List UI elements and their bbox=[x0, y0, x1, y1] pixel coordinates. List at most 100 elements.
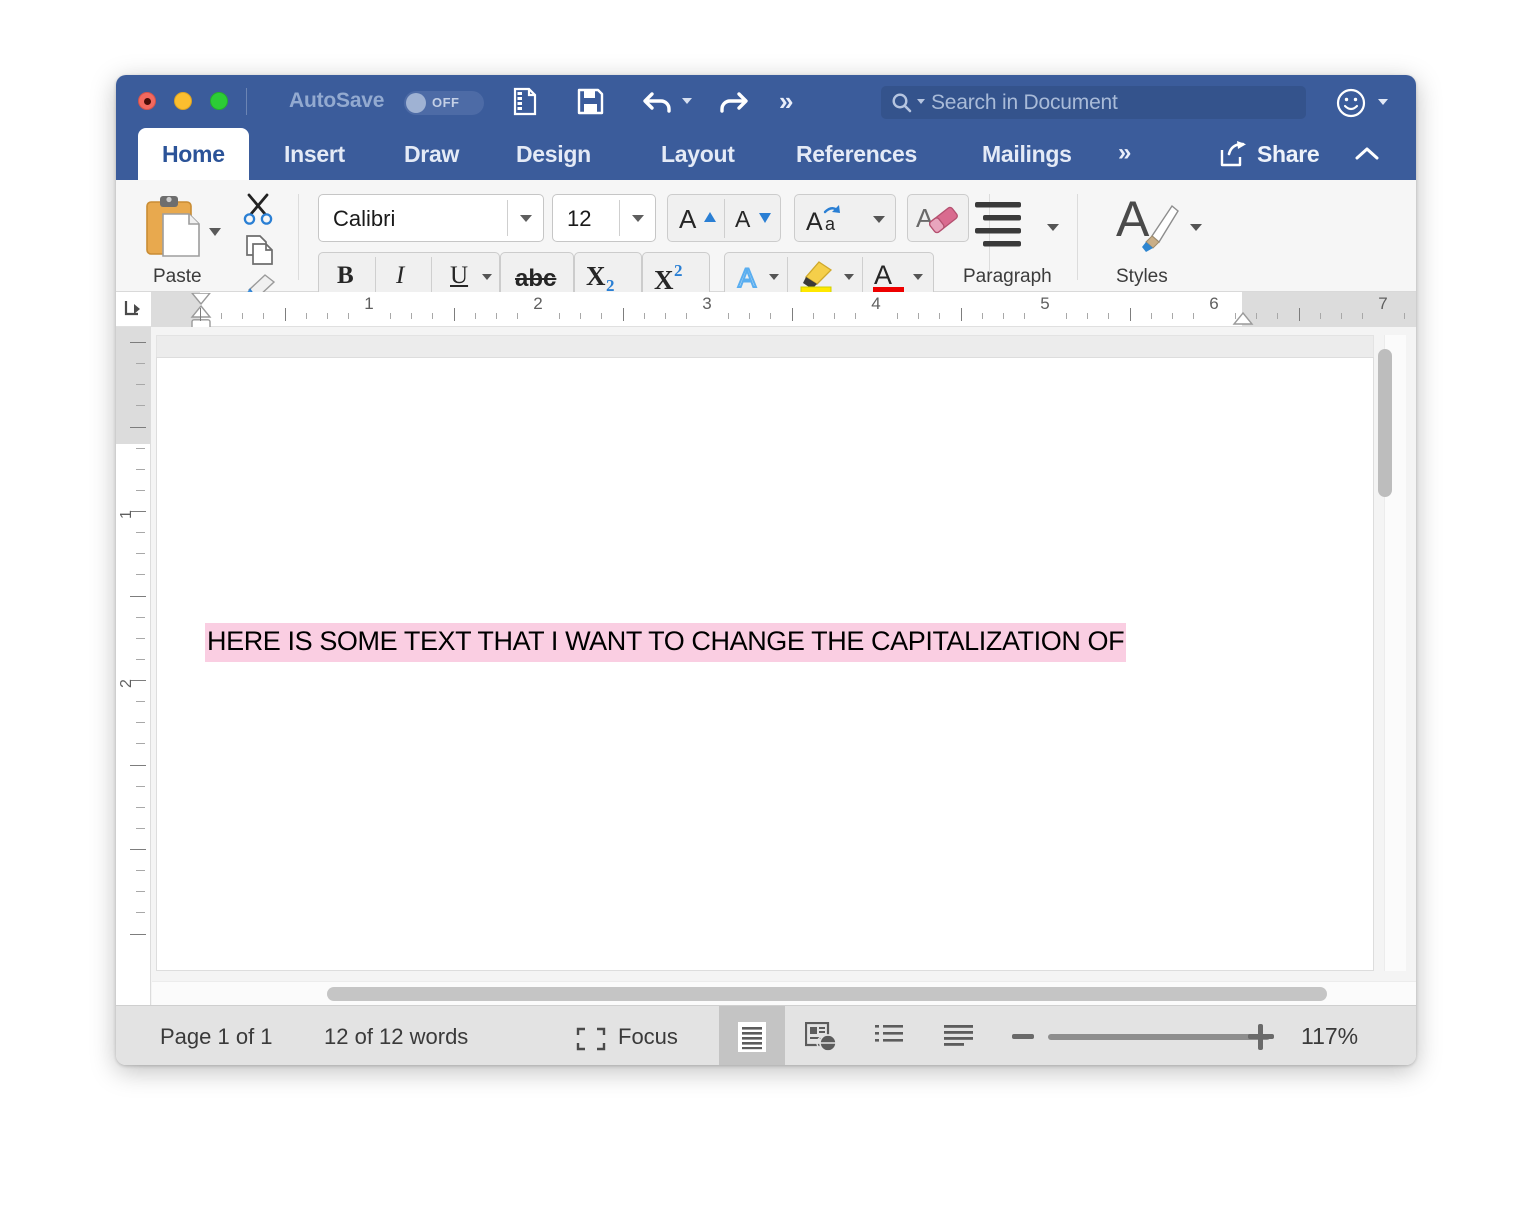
left-indent-marker[interactable] bbox=[190, 317, 212, 327]
vruler-tick bbox=[130, 596, 146, 597]
document-body-text[interactable]: HERE IS SOME TEXT THAT I WANT TO CHANGE … bbox=[205, 623, 1126, 662]
vruler-tick bbox=[136, 722, 145, 723]
focus-frame-icon[interactable] bbox=[576, 1027, 606, 1056]
tab-mailings[interactable]: Mailings bbox=[982, 128, 1072, 180]
search-options-caret[interactable] bbox=[917, 99, 925, 104]
change-case-caret[interactable] bbox=[873, 216, 885, 223]
view-draft[interactable] bbox=[926, 1006, 992, 1065]
autosave-toggle[interactable]: OFF bbox=[404, 91, 484, 115]
ruler-tick bbox=[432, 313, 433, 319]
shrink-font-button[interactable]: A bbox=[733, 202, 775, 240]
search-placeholder: Search in Document bbox=[931, 91, 1118, 115]
vruler-tick bbox=[136, 384, 145, 385]
ribbon-separator-1 bbox=[298, 194, 299, 280]
paste-dropdown-caret[interactable] bbox=[209, 228, 221, 236]
document-area: 12 HERE IS SOME TEXT THAT I WANT TO CHAN… bbox=[116, 327, 1416, 1005]
vruler-tick bbox=[136, 870, 145, 871]
tab-stop-icon[interactable] bbox=[122, 298, 144, 325]
view-outline[interactable] bbox=[857, 1006, 923, 1065]
share-button[interactable]: Share bbox=[1219, 140, 1249, 173]
paste-label: Paste bbox=[153, 266, 202, 288]
font-name-caret[interactable] bbox=[520, 215, 532, 222]
copy-icon[interactable] bbox=[244, 234, 276, 271]
tab-insert[interactable]: Insert bbox=[284, 128, 345, 180]
ruler-tick bbox=[834, 313, 835, 319]
chevron-up-icon[interactable] bbox=[1354, 145, 1380, 167]
styles-caret[interactable] bbox=[1190, 224, 1202, 231]
scissors-icon[interactable] bbox=[241, 192, 275, 231]
paragraph-icon[interactable] bbox=[971, 198, 1033, 257]
maximize-button[interactable] bbox=[210, 92, 228, 110]
highlight-caret[interactable] bbox=[844, 274, 854, 280]
ribbon-separator-3 bbox=[1077, 194, 1078, 280]
tab-design[interactable]: Design bbox=[516, 128, 591, 180]
zoom-in-button[interactable] bbox=[1248, 1024, 1274, 1050]
font-name-combo[interactable]: Calibri bbox=[318, 194, 544, 242]
vruler-number: 1 bbox=[118, 510, 136, 519]
ruler-tick bbox=[559, 313, 560, 319]
paragraph-caret[interactable] bbox=[1047, 224, 1059, 231]
bold-button[interactable]: B bbox=[337, 262, 354, 290]
italic-button[interactable]: I bbox=[396, 262, 404, 290]
vruler-tick bbox=[130, 427, 146, 428]
italic-divider bbox=[431, 257, 432, 296]
ruler-tick bbox=[496, 313, 497, 319]
clear-formatting-button[interactable]: A bbox=[907, 194, 969, 242]
font-size-caret[interactable] bbox=[632, 215, 644, 222]
ruler-tick bbox=[221, 313, 222, 319]
tab-references[interactable]: References bbox=[796, 128, 917, 180]
close-button[interactable] bbox=[138, 92, 156, 110]
zoom-slider-track[interactable] bbox=[1048, 1034, 1270, 1040]
ruler-tick bbox=[1320, 313, 1321, 319]
vertical-ruler[interactable]: 12 bbox=[116, 327, 151, 1005]
underline-caret[interactable] bbox=[482, 274, 492, 280]
change-case-button[interactable]: A a bbox=[794, 194, 896, 242]
font-color-caret[interactable] bbox=[913, 274, 923, 280]
ruler-tick bbox=[728, 313, 729, 319]
minimize-button[interactable] bbox=[174, 92, 192, 110]
tab-draw[interactable]: Draw bbox=[404, 128, 459, 180]
view-web-layout[interactable] bbox=[788, 1006, 854, 1065]
print-layout-icon[interactable] bbox=[509, 86, 540, 122]
horizontal-scrollbar-track[interactable] bbox=[152, 981, 1416, 1005]
account-dropdown-caret[interactable] bbox=[1378, 99, 1388, 105]
ruler-tick bbox=[665, 313, 666, 319]
smiley-face-icon[interactable] bbox=[1335, 87, 1367, 124]
horizontal-ruler[interactable]: 1234567 bbox=[152, 292, 1416, 327]
more-commands-icon[interactable]: » bbox=[779, 87, 793, 115]
ruler-tick bbox=[1087, 313, 1088, 319]
font-size-combo[interactable]: 12 bbox=[552, 194, 656, 242]
tab-overflow-icon[interactable]: » bbox=[1118, 139, 1131, 167]
vruler-tick bbox=[136, 553, 145, 554]
page-container: HERE IS SOME TEXT THAT I WANT TO CHANGE … bbox=[152, 327, 1416, 1005]
status-bar: Page 1 of 1 12 of 12 words Focus bbox=[116, 1005, 1416, 1065]
tab-home[interactable]: Home bbox=[138, 128, 249, 180]
text-effects-caret[interactable] bbox=[769, 274, 779, 280]
horizontal-scrollbar-thumb[interactable] bbox=[327, 987, 1327, 1001]
vruler-number: 2 bbox=[118, 679, 136, 688]
underline-button[interactable]: U bbox=[450, 262, 468, 290]
zoom-out-button[interactable] bbox=[1012, 1034, 1034, 1039]
ruler-tick bbox=[517, 313, 518, 319]
vertical-scrollbar-thumb[interactable] bbox=[1378, 349, 1392, 497]
grow-font-button[interactable]: A bbox=[677, 202, 719, 240]
ruler-tick bbox=[601, 313, 602, 319]
font-name-value: Calibri bbox=[333, 206, 395, 232]
document-page[interactable]: HERE IS SOME TEXT THAT I WANT TO CHANGE … bbox=[156, 357, 1374, 971]
ruler-tick bbox=[961, 308, 962, 321]
undo-icon[interactable] bbox=[641, 86, 675, 122]
save-icon[interactable] bbox=[575, 86, 606, 122]
vruler-tick bbox=[136, 405, 145, 406]
search-input[interactable]: Search in Document bbox=[881, 86, 1306, 119]
undo-dropdown-caret[interactable] bbox=[682, 98, 692, 104]
text-effects-divider bbox=[787, 257, 788, 296]
zoom-level-label[interactable]: 117% bbox=[1301, 1023, 1358, 1050]
tab-layout[interactable]: Layout bbox=[661, 128, 735, 180]
paste-icon[interactable] bbox=[143, 194, 205, 265]
ruler-tick bbox=[1108, 313, 1109, 319]
styles-icon[interactable]: A bbox=[1116, 192, 1182, 259]
view-print-layout[interactable] bbox=[719, 1006, 785, 1065]
vertical-scrollbar-track[interactable] bbox=[1384, 335, 1406, 971]
focus-label[interactable]: Focus bbox=[618, 1024, 678, 1050]
redo-icon[interactable] bbox=[716, 86, 750, 122]
